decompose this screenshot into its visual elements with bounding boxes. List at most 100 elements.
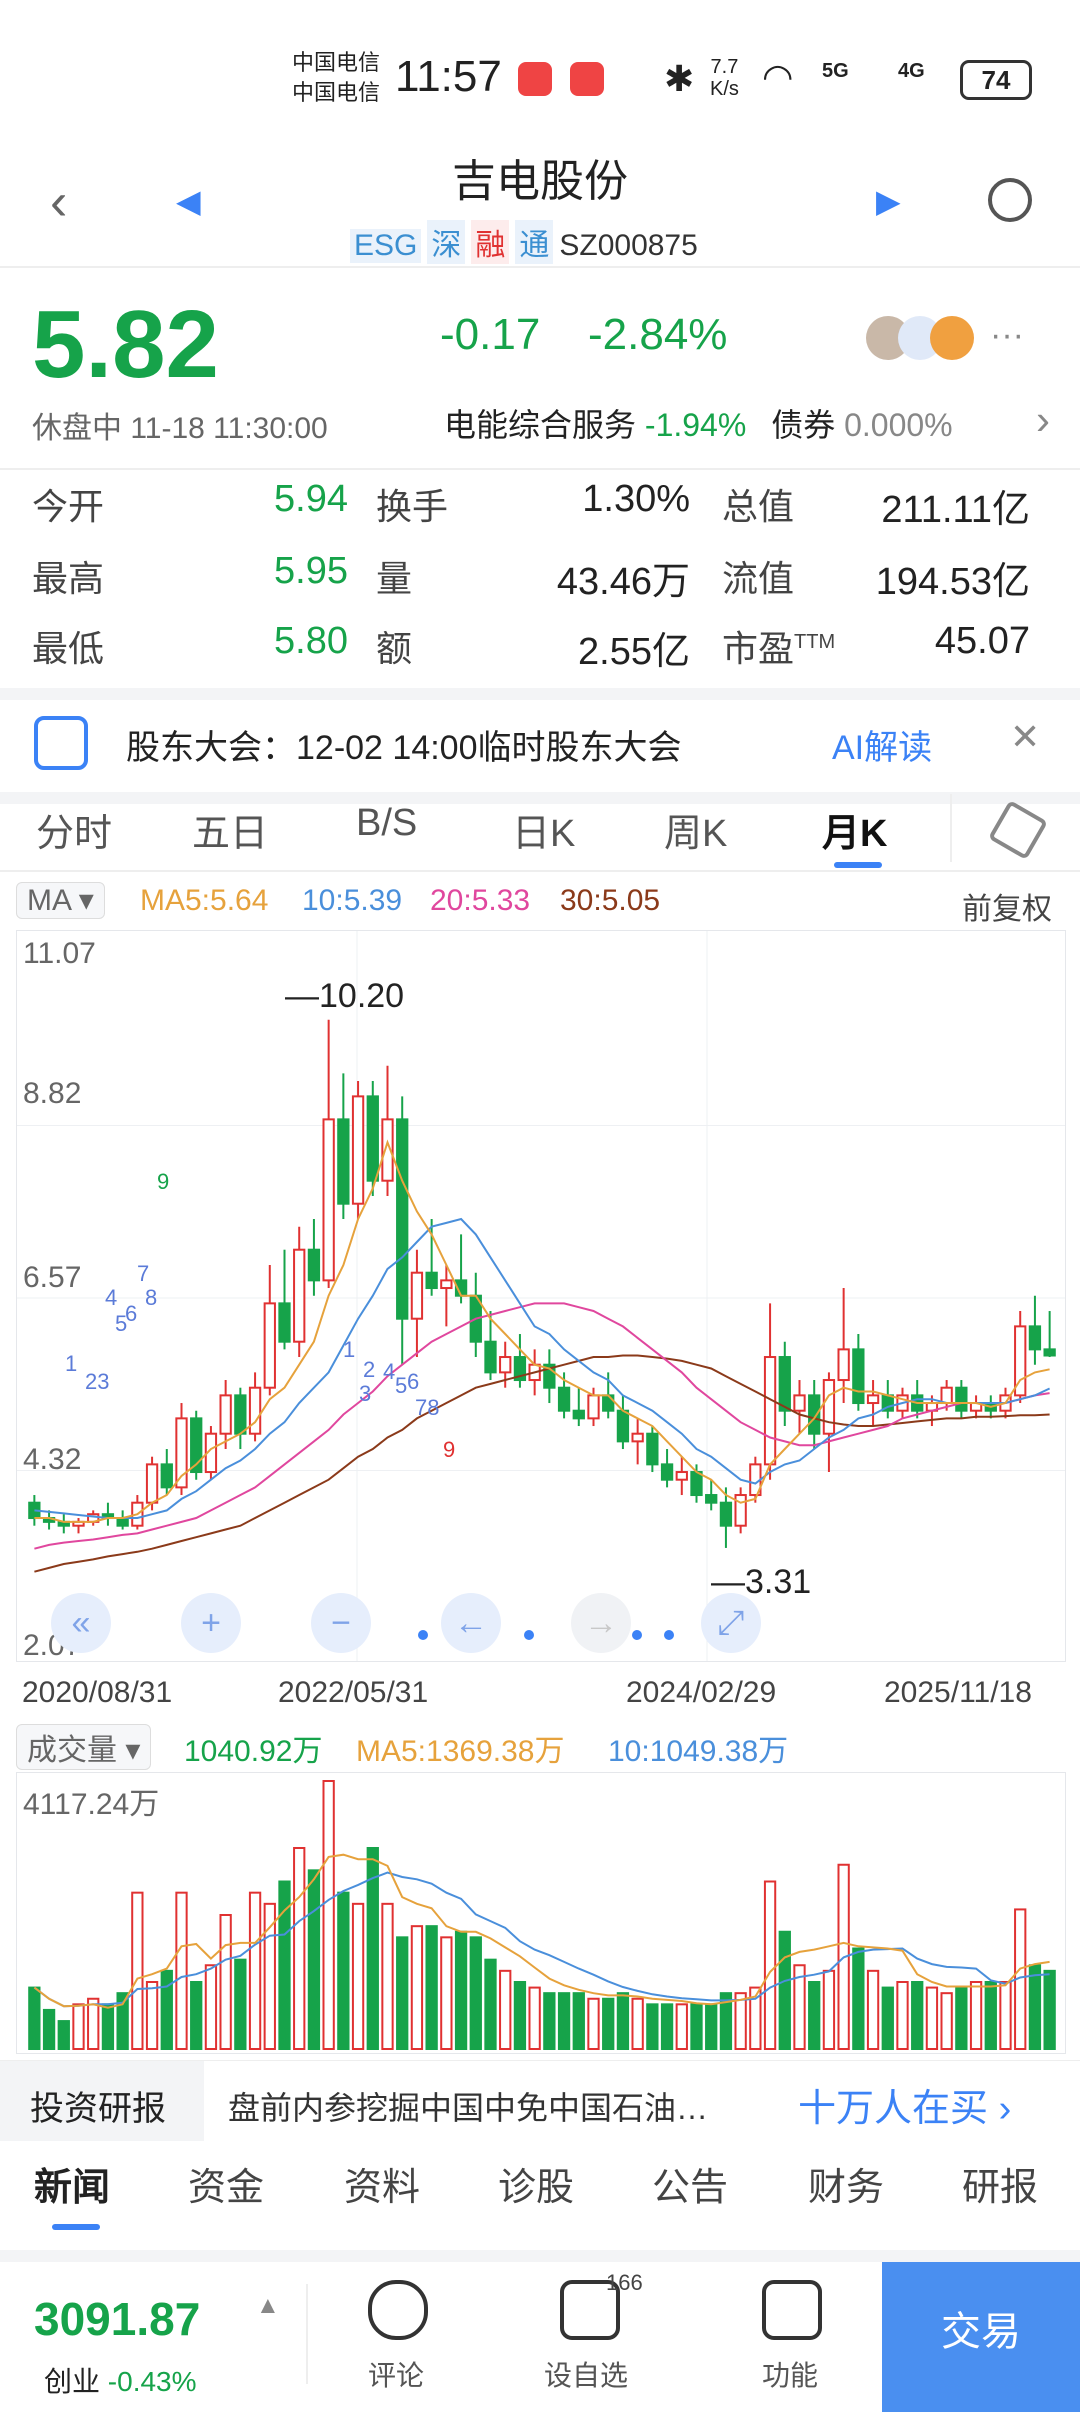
research-text: 盘前内参挖掘中国中免中国石油… [228, 2090, 709, 2126]
ai-interpret-link[interactable]: AI解读 [832, 720, 932, 769]
watchlist-badge: 166 [606, 2270, 643, 2295]
zoom-out-icon[interactable]: − [311, 1593, 371, 1653]
volume-bar [322, 1780, 335, 2050]
volume-chart[interactable]: 4117.24万 [16, 1772, 1066, 2054]
candle [793, 1394, 806, 1412]
tab-daily-k[interactable]: 日K [512, 802, 575, 857]
y-tick: 8.82 [23, 1077, 82, 1110]
kline-chart[interactable]: 1 23 4 5 6 7 8 9 1 2 3 4 5 6 78 9 11.07 8.82 6.57 4.32 … [16, 930, 1066, 1662]
volume-bar [57, 2020, 70, 2050]
volume-bar [72, 2003, 85, 2050]
hint-label: 9 [157, 1169, 169, 1194]
volume-bar [337, 1891, 350, 2050]
candle [705, 1494, 718, 1504]
stat-label: 额 [376, 628, 413, 669]
tab-monthly-k[interactable]: 月K [822, 802, 887, 857]
volume-bar [587, 1997, 600, 2050]
chevron-right-icon[interactable]: › [1036, 396, 1050, 444]
tab-research[interactable]: 研报 [962, 2156, 1038, 2211]
volume-bar [1028, 1964, 1042, 2050]
tab-intraday[interactable]: 分时 [36, 802, 112, 857]
rewind-icon[interactable]: « [51, 1593, 111, 1653]
signal-5g: 5G [822, 60, 849, 82]
scroll-right-icon[interactable]: → [571, 1593, 631, 1653]
function-label[interactable]: 功能 [762, 2354, 818, 2394]
sector-info[interactable]: 电能综合服务 -1.94% 债券 0.000% [444, 400, 953, 446]
avatar[interactable] [930, 316, 974, 360]
candle [263, 1302, 276, 1389]
stat-label: 量 [376, 558, 413, 599]
tab-5day[interactable]: 五日 [192, 802, 268, 857]
candle [145, 1463, 159, 1504]
scroll-left-icon[interactable]: ← [441, 1593, 501, 1653]
next-stock-icon[interactable]: ▶ [876, 182, 901, 220]
index-value[interactable]: 3091.87 [34, 2292, 200, 2346]
zoom-in-icon[interactable]: + [181, 1593, 241, 1653]
bond-label: 债券 [771, 407, 836, 443]
candle [234, 1394, 247, 1435]
research-action[interactable]: 十万人在买 › [798, 2077, 1011, 2132]
tab-weekly-k[interactable]: 周K [664, 802, 727, 857]
book-app-icon [570, 62, 604, 96]
bottom-bar: 3091.87 ▲ 创业 -0.43% 评论 166 设自选 功能 交易 [0, 2250, 1080, 2412]
index-info[interactable]: 创业 -0.43% [44, 2360, 197, 2400]
settings-icon[interactable] [987, 799, 1049, 861]
trade-button[interactable]: 交易 [882, 2262, 1080, 2412]
huawei-app-icon [518, 62, 552, 96]
candle [587, 1394, 600, 1420]
hint-label: 78 [415, 1395, 439, 1420]
comment-label[interactable]: 评论 [368, 2354, 424, 2394]
candle [940, 1386, 953, 1405]
candle [278, 1302, 291, 1343]
close-icon[interactable]: ✕ [1010, 716, 1040, 758]
volume-bar [263, 1902, 276, 2050]
volume-bar [646, 2003, 659, 2050]
tab-funds[interactable]: 资金 [188, 2156, 264, 2211]
hint-label: 1 [343, 1337, 355, 1362]
volume-ma5: MA5:1369.38万 [356, 1735, 565, 1768]
tab-news[interactable]: 新闻 [34, 2156, 110, 2211]
stat-value: 43.46万 [556, 561, 690, 603]
watchlist-label[interactable]: 设自选 [544, 2354, 628, 2394]
tab-announcements[interactable]: 公告 [652, 2156, 728, 2211]
announcement-banner[interactable]: 股东大会：12-02 14:00临时股东大会 AI解读 ✕ [0, 688, 1080, 804]
volume-svg [28, 1780, 1056, 2051]
function-icon[interactable] [762, 2280, 822, 2340]
hint-label: 6 [407, 1369, 419, 1394]
volume-selector[interactable]: 成交量 ▾ [16, 1724, 152, 1770]
tab-bs[interactable]: B/S [356, 802, 417, 845]
volume-bar [866, 1969, 880, 2050]
volume-bar [1043, 1969, 1056, 2050]
event-dot [418, 1630, 428, 1640]
stat-value: 2.55亿 [578, 631, 690, 673]
event-dot [524, 1630, 534, 1640]
calendar-icon [34, 716, 88, 770]
x-tick: 2020/08/31 [22, 1676, 173, 1709]
volume-bar [852, 1947, 865, 2050]
tab-profile[interactable]: 资料 [344, 2156, 420, 2211]
fullscreen-icon[interactable]: ⤢ [701, 1593, 761, 1653]
x-tick: 2025/11/18 [884, 1676, 1032, 1709]
search-icon[interactable] [988, 178, 1032, 222]
comment-icon[interactable] [368, 2280, 428, 2340]
adjust-mode[interactable]: 前复权 [962, 884, 1052, 928]
y-tick: 4.32 [23, 1443, 82, 1476]
volume-bar [190, 1981, 203, 2050]
volume-bar [87, 1997, 100, 2050]
stat-label: 最高 [32, 558, 105, 599]
hint-label: 4 [383, 1359, 395, 1384]
ma-selector[interactable]: MA ▾ [16, 882, 105, 919]
volume-bar [602, 1997, 615, 2050]
hint-label: 23 [85, 1369, 109, 1394]
candle [499, 1356, 512, 1374]
active-tab-indicator [52, 2224, 100, 2230]
more-icon[interactable]: ··· [990, 316, 1024, 355]
volume-bar [219, 1914, 232, 2050]
trading-status: 休盘中 11-18 11:30:00 [32, 412, 328, 445]
tab-financials[interactable]: 财务 [808, 2156, 884, 2211]
volume-bar [42, 2008, 56, 2051]
research-bar[interactable]: 投资研报 盘前内参挖掘中国中免中国石油… 十万人在买 › [0, 2060, 1080, 2141]
price-change-pct: -2.84% [588, 310, 728, 359]
tab-diagnosis[interactable]: 诊股 [498, 2156, 574, 2211]
volume-bar [557, 1992, 571, 2051]
